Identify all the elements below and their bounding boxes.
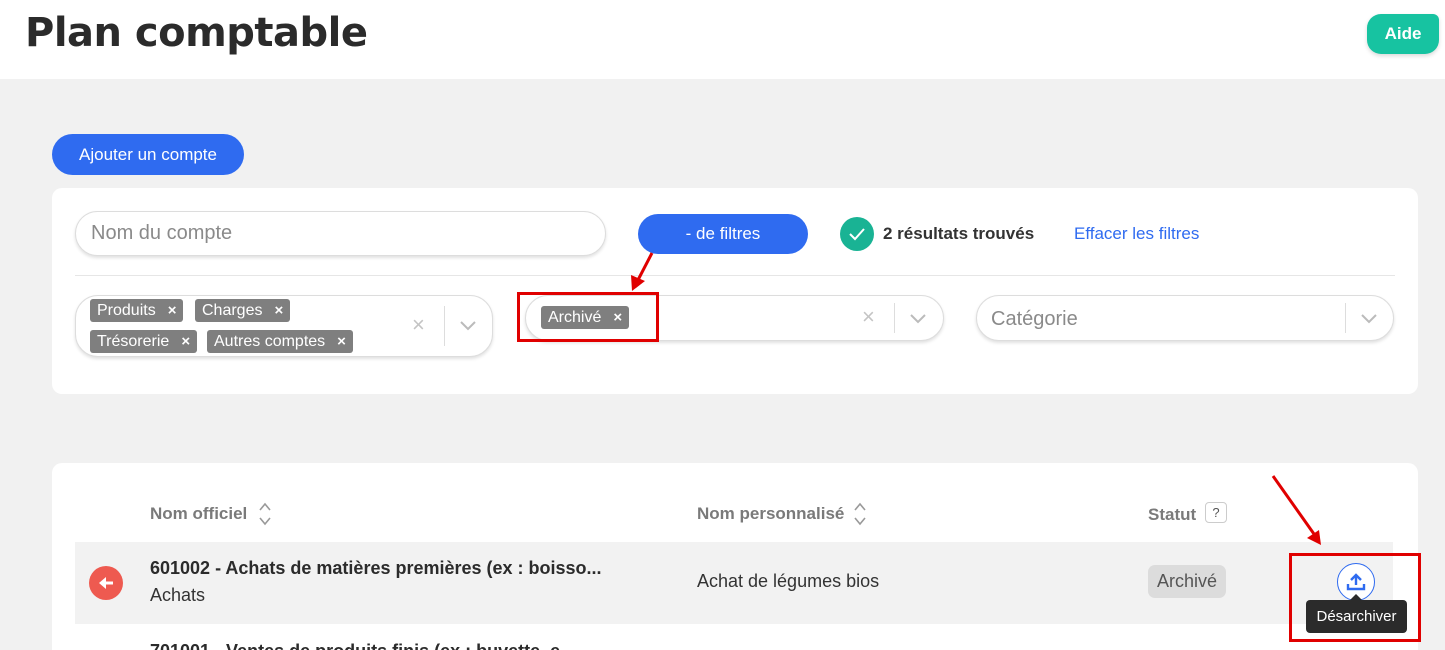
- chevron-down-icon[interactable]: [909, 313, 927, 325]
- header: Plan comptable Aide: [0, 0, 1445, 79]
- row-official-name: 701001 - Ventes de produits finis (ex : …: [150, 641, 575, 650]
- row-category: Achats: [150, 585, 206, 605]
- filter-tag: Autres comptes ×: [207, 330, 353, 353]
- add-account-button[interactable]: Ajouter un compte: [52, 134, 244, 175]
- filter-tag: Charges ×: [195, 299, 291, 322]
- clear-icon[interactable]: ×: [862, 304, 875, 330]
- tag-label: Produits: [97, 301, 156, 319]
- clear-icon[interactable]: ×: [412, 312, 425, 338]
- page-title: Plan comptable: [25, 10, 368, 56]
- separator: [1345, 303, 1346, 333]
- filter-tag: Produits ×: [90, 299, 184, 322]
- tag-label: Trésorerie: [97, 332, 170, 350]
- tag-label: Charges: [202, 301, 263, 319]
- row-custom-name: Achat de légumes bios: [697, 571, 880, 591]
- filter-tag: Archivé ×: [541, 306, 630, 329]
- column-header-custom-name[interactable]: Nom personnalisé: [697, 504, 844, 524]
- category-placeholder: Catégorie: [991, 308, 1078, 330]
- check-icon: [840, 217, 874, 251]
- category-select[interactable]: Catégorie: [976, 295, 1394, 341]
- accounts-table: Nom officiel Nom personnalisé Statut ? 6…: [52, 463, 1418, 650]
- chevron-down-icon[interactable]: [459, 320, 477, 332]
- close-icon[interactable]: ×: [181, 333, 190, 350]
- account-name-search-input[interactable]: [75, 211, 606, 256]
- clear-filters-link[interactable]: Effacer les filtres: [1074, 224, 1199, 244]
- close-icon[interactable]: ×: [337, 333, 346, 350]
- sort-icon[interactable]: [853, 501, 867, 527]
- column-header-official-name[interactable]: Nom officiel: [150, 504, 247, 524]
- status-help-icon[interactable]: ?: [1205, 502, 1227, 523]
- tag-label: Autres comptes: [214, 332, 326, 350]
- chevron-down-icon[interactable]: [1360, 313, 1378, 325]
- divider: [75, 275, 1395, 276]
- separator: [894, 303, 895, 333]
- close-icon[interactable]: ×: [613, 309, 622, 326]
- less-filters-button[interactable]: - de filtres: [638, 214, 808, 254]
- results-count: 2 résultats trouvés: [883, 224, 1035, 243]
- account-type-select[interactable]: Produits × Charges × Trésorerie × Autres co…: [75, 295, 493, 357]
- help-button[interactable]: Aide: [1367, 14, 1439, 54]
- tag-label: Archivé: [548, 308, 602, 326]
- close-icon[interactable]: ×: [168, 302, 177, 319]
- filter-panel: - de filtres 2 résultats trouvés Effacer…: [52, 188, 1418, 394]
- filter-tag: Trésorerie ×: [90, 330, 198, 353]
- row-official-name: 601002 - Achats de matières premières (e…: [150, 558, 602, 578]
- unarchive-tooltip: Désarchiver: [1306, 594, 1407, 633]
- separator: [444, 306, 445, 346]
- arrow-left-icon[interactable]: [89, 566, 123, 600]
- column-header-status: Statut: [1148, 505, 1197, 524]
- upload-icon: [1346, 573, 1366, 591]
- status-badge: Archivé: [1148, 565, 1226, 598]
- sort-icon[interactable]: [258, 501, 272, 527]
- table-row[interactable]: 601002 - Achats de matières premières (e…: [75, 542, 1393, 624]
- close-icon[interactable]: ×: [274, 302, 283, 319]
- status-select[interactable]: Archivé × ×: [525, 295, 944, 341]
